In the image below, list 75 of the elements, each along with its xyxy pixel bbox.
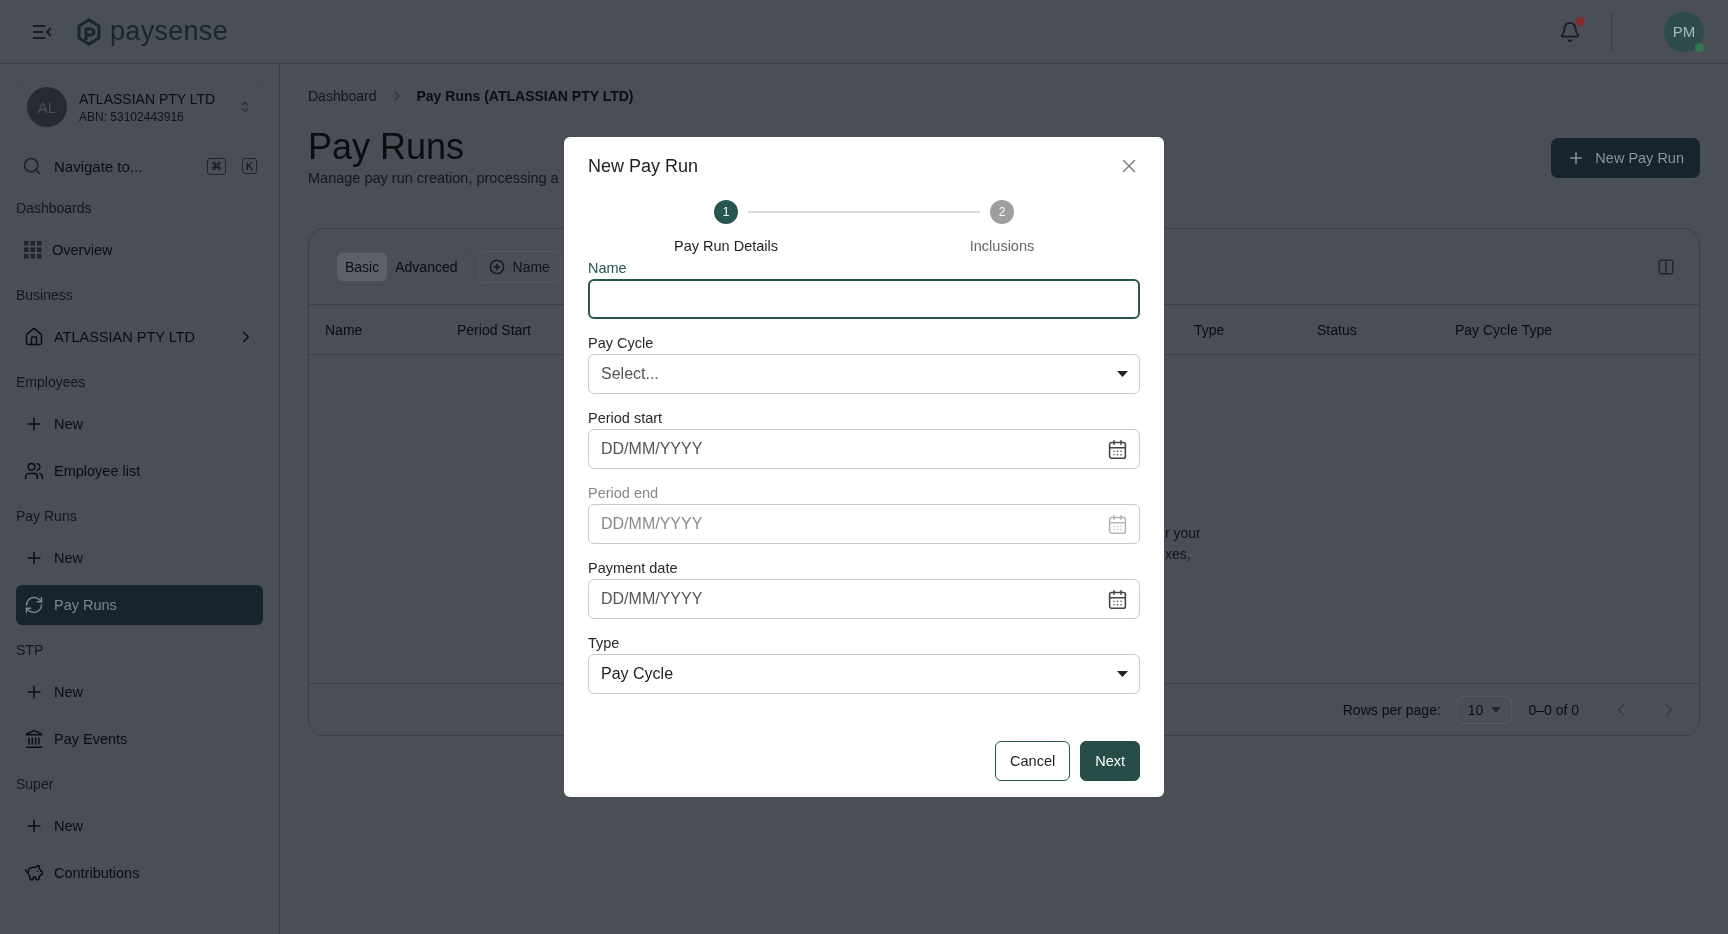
field-label: Payment date xyxy=(588,560,679,576)
section-title: Dashboards xyxy=(16,199,93,218)
section-title: Super xyxy=(16,775,55,794)
sidebar-item[interactable]: New xyxy=(16,404,263,444)
step-label: Pay Run Details xyxy=(674,238,778,254)
rows-per-page-label: Rows per page: xyxy=(1342,701,1441,718)
mode-tab[interactable]: Basic xyxy=(337,252,388,281)
column-header: Period Start xyxy=(457,321,532,338)
empty-state-text: xes, xyxy=(1165,546,1192,562)
section-title: STP xyxy=(16,641,45,660)
shortcut-key: K xyxy=(241,158,257,174)
field-label: Name xyxy=(588,260,628,276)
filter-chip[interactable]: Name xyxy=(477,250,561,283)
cancel-button[interactable]: Cancel xyxy=(995,741,1071,781)
menu-icon[interactable] xyxy=(32,24,52,39)
date-field[interactable]: DD/MM/YYYY xyxy=(588,579,1140,619)
sidebar-item[interactable]: ATLASSIAN PTY LTD xyxy=(16,317,263,357)
date-field[interactable]: DD/MM/YYYY xyxy=(588,429,1140,469)
sidebar-item[interactable]: Pay Runs xyxy=(16,585,263,625)
column-header: Type xyxy=(1194,321,1226,338)
bank-icon xyxy=(24,729,44,749)
navigate-search[interactable]: Navigate to... xyxy=(54,157,191,175)
column-header: Status xyxy=(1317,321,1358,338)
section-title: Pay Runs xyxy=(16,507,78,526)
caret-icon xyxy=(1117,371,1128,377)
sidebar-item[interactable]: New xyxy=(16,806,263,846)
breadcrumb-item: Pay Runs (ATLASSIAN PTY LTD) xyxy=(416,88,634,104)
field-label: Type xyxy=(588,635,621,651)
page-title: Pay Runs xyxy=(308,126,465,168)
rows-per-page-select[interactable]: 10 xyxy=(1456,695,1513,724)
field-label: Period end xyxy=(588,485,660,501)
breadcrumb-item[interactable]: Dashboard xyxy=(308,88,377,104)
dialog-title: New Pay Run xyxy=(588,155,699,177)
hexagon-logo-icon xyxy=(76,17,102,46)
section-title: Employees xyxy=(16,373,87,392)
user-avatar[interactable]: PM xyxy=(1664,11,1704,52)
field-label: Pay Cycle xyxy=(588,335,655,351)
section-title: Business xyxy=(16,286,74,305)
plus-circle-icon xyxy=(488,258,505,275)
select-field[interactable]: Select... xyxy=(588,354,1140,394)
column-header: Pay Cycle Type xyxy=(1455,321,1553,338)
step-number: 1 xyxy=(714,200,738,224)
sidebar-item[interactable]: Pay Events xyxy=(16,719,263,759)
refresh-icon xyxy=(24,595,44,615)
house-icon xyxy=(24,327,44,347)
bell-icon xyxy=(1559,20,1581,43)
empty-state-text: r your xyxy=(1165,525,1202,541)
sidebar-item[interactable]: Overview xyxy=(16,230,263,270)
column-header: Name xyxy=(325,321,364,338)
field-label: Period start xyxy=(588,410,664,426)
calendar-icon[interactable] xyxy=(1107,588,1128,610)
grid-icon xyxy=(24,241,42,259)
next-button[interactable]: Next xyxy=(1080,741,1140,781)
search-icon xyxy=(22,156,42,176)
calendar-icon[interactable] xyxy=(1107,438,1128,460)
piggy-bank-icon xyxy=(24,863,44,883)
page-subtitle: Manage pay run creation, processing a xyxy=(308,170,559,186)
users-icon xyxy=(24,461,44,481)
select-field[interactable]: Pay Cycle xyxy=(588,654,1140,694)
caret-icon xyxy=(1117,671,1128,677)
caret-icon xyxy=(1491,706,1502,713)
company-name: ATLASSIAN PTY LTD xyxy=(79,90,217,107)
columns-icon[interactable] xyxy=(1657,257,1675,276)
sidebar-item[interactable]: New xyxy=(16,672,263,712)
step-number: 2 xyxy=(990,200,1014,224)
page-range: 0–0 of 0 xyxy=(1528,701,1579,718)
sidebar-item[interactable]: Contributions xyxy=(16,853,263,893)
new-pay-run-button[interactable]: New Pay Run xyxy=(1551,138,1700,178)
shortcut-key: ⌘ xyxy=(206,157,226,175)
company-abn: ABN: 53102443916 xyxy=(79,109,185,124)
sidebar-item[interactable]: Employee list xyxy=(16,451,263,491)
mode-tab[interactable]: Advanced xyxy=(387,252,466,281)
input-field[interactable] xyxy=(588,279,1140,319)
sidebar-item[interactable]: New xyxy=(16,538,263,578)
step-label: Inclusions xyxy=(969,238,1035,254)
